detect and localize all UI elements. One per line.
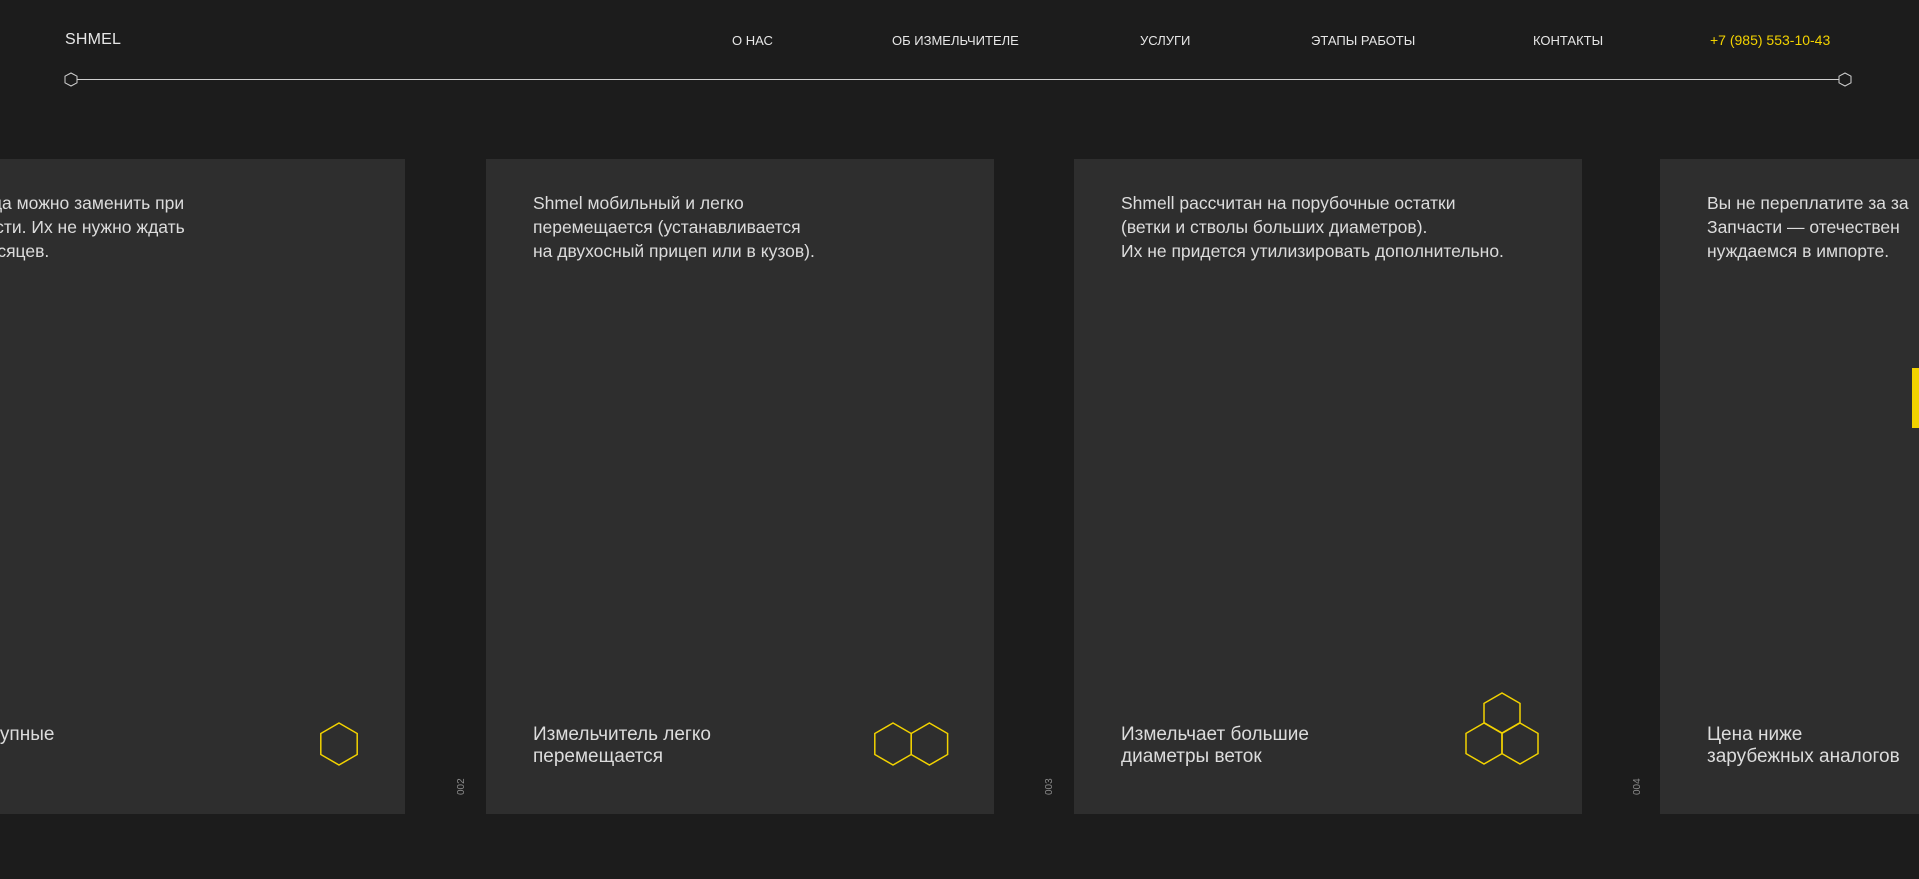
double-hexagon-icon (874, 722, 949, 766)
card-title: а доступные сти (0, 724, 55, 745)
feature-card-3: Shmell рассчитан на порубочные остатки (… (1074, 159, 1582, 814)
card-number: 002 (456, 778, 467, 795)
hexagon-marker-left-icon (64, 72, 78, 87)
feature-card-1: и всегда можно заменить при одимости. Их… (0, 159, 405, 814)
card-description: Shmell рассчитан на порубочные остатки (… (1121, 193, 1504, 261)
card-description: и всегда можно заменить при одимости. Их… (0, 193, 185, 261)
feature-card-4: Вы не переплатите за за Запчасти — отече… (1660, 159, 1919, 814)
logo[interactable]: SHMEL (65, 31, 121, 49)
header-divider (64, 72, 1852, 87)
nav-work-stages[interactable]: ЭТАПЫ РАБОТЫ (1311, 33, 1415, 48)
card-description: Вы не переплатите за за Запчасти — отече… (1707, 193, 1909, 261)
side-scroll-tab[interactable] (1912, 368, 1919, 428)
nav-services[interactable]: УСЛУГИ (1140, 33, 1190, 48)
card-title: Цена ниже зарубежных аналогов (1707, 724, 1900, 767)
page: SHMEL О НАС ОБ ИЗМЕЛЬЧИТЕЛЕ УСЛУГИ ЭТАПЫ… (0, 0, 1919, 879)
triple-hexagon-icon (1465, 692, 1539, 765)
nav-shredder[interactable]: ОБ ИЗМЕЛЬЧИТЕЛЕ (892, 33, 1019, 48)
feature-card-2: Shmel мобильный и легко перемещается (ус… (486, 159, 994, 814)
phone-link[interactable]: +7 (985) 553-10-43 (1710, 32, 1830, 48)
nav-contacts[interactable]: КОНТАКТЫ (1533, 33, 1603, 48)
card-number: 003 (1044, 778, 1055, 795)
nav-about[interactable]: О НАС (732, 33, 773, 48)
card-title: Измельчает большие диаметры веток (1121, 724, 1309, 767)
card-number: 004 (1632, 778, 1643, 795)
card-description: Shmel мобильный и легко перемещается (ус… (533, 193, 815, 261)
card-title: Измельчитель легко перемещается (533, 724, 711, 767)
single-hexagon-icon (320, 722, 358, 766)
hexagon-marker-right-icon (1838, 72, 1852, 87)
